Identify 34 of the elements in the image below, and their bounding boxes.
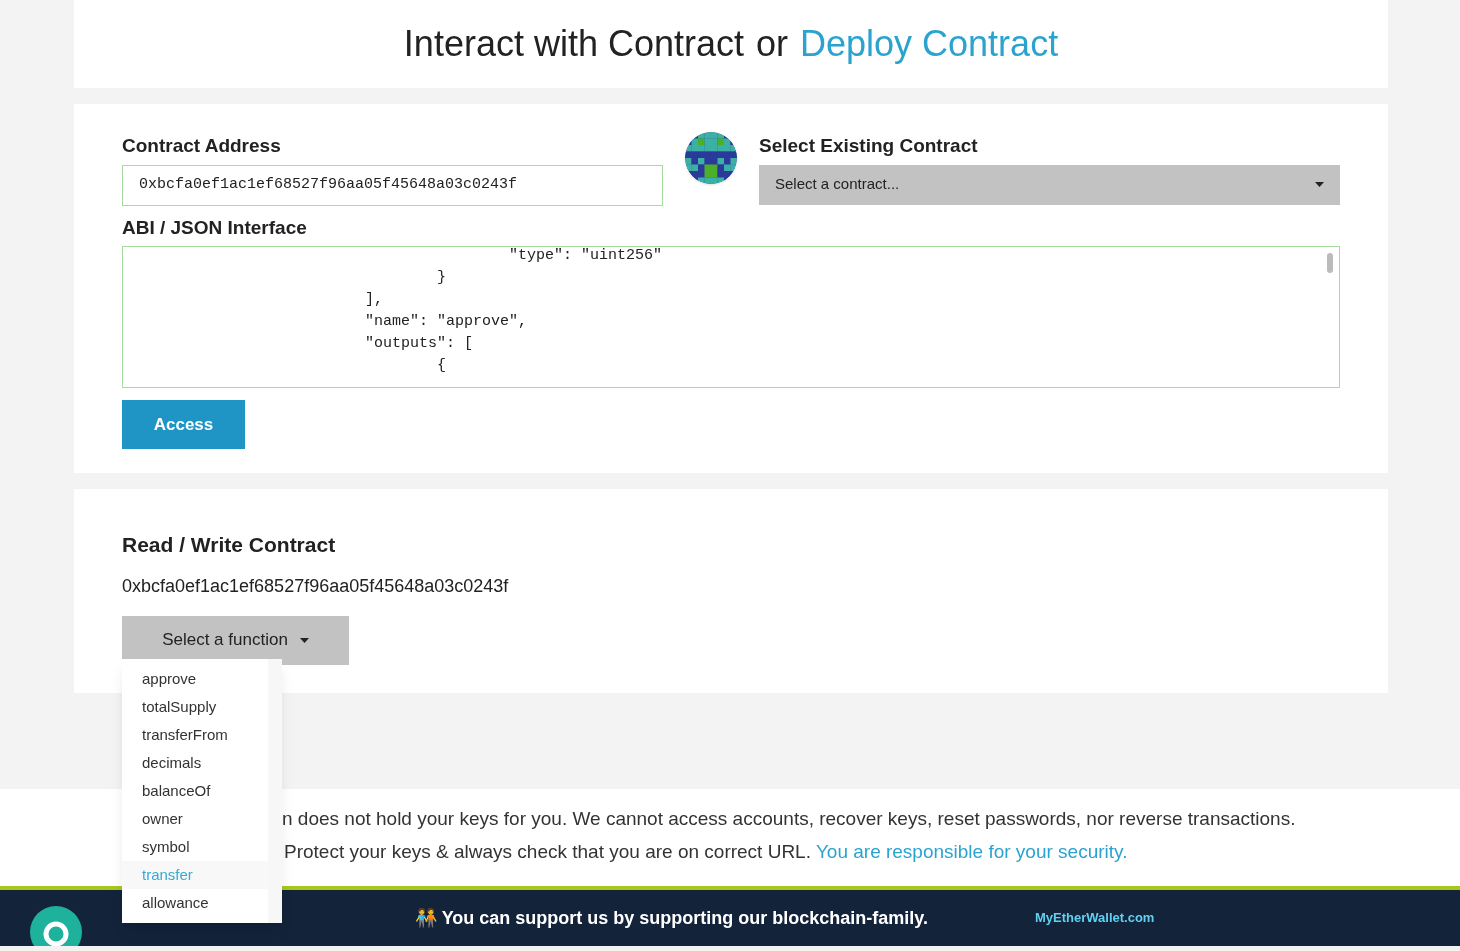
scrollbar-thumb [1327, 253, 1333, 273]
menu-item[interactable]: totalSupply [122, 693, 268, 721]
code-line: ], [364, 290, 383, 310]
support-text: 🧑‍🤝‍🧑 You can support us by supporting our blockchain-family. [415, 906, 930, 930]
caret-icon [1315, 182, 1324, 187]
contract-select[interactable]: Select a contract... [759, 164, 1340, 205]
field-label: Contract Address [122, 134, 282, 158]
notice-text: Protect your keys & always check that you are on correct URL. You are responsible for your security. [284, 839, 1129, 864]
logo-icon [30, 906, 82, 946]
abi-textarea[interactable]: "type": "uint256" } ], "name": "approve", "outputs": [ { [122, 246, 1340, 388]
menu-item[interactable]: owner [122, 805, 268, 833]
footer-link[interactable]: MyEtherWallet.com [1035, 908, 1155, 928]
address-field[interactable]: 0xbcfa0ef1ac1ef68527f96aa05f45648a03c0243f [122, 164, 663, 206]
menu-item[interactable]: transferFrom [122, 721, 268, 749]
contract-address: 0xbcfa0ef1ac1ef68527f96aa05f45648a03c0243f [122, 574, 510, 598]
menu-item[interactable]: decimals [122, 749, 268, 777]
identicon-icon [685, 132, 737, 184]
function-select[interactable]: Select a function [122, 615, 349, 665]
section-title: Read / Write Contract [122, 532, 337, 558]
code-line: { [436, 356, 447, 376]
code-line: "outputs": [ [364, 334, 474, 354]
caret-icon [299, 637, 309, 643]
notice-text: n does not hold your keys for you. We cannot access accounts, recover keys, reset passwords, nor reverse transactions. [282, 807, 1296, 831]
menu-item[interactable]: symbol [122, 833, 268, 861]
code-line: "name": "approve", [364, 312, 528, 332]
field-label: ABI / JSON Interface [122, 215, 308, 240]
menu-item[interactable]: approve [122, 665, 268, 693]
menu-item[interactable]: allowance [122, 889, 268, 917]
page-title: Interact with Contract [403, 22, 744, 66]
code-line: "type": "uint256" [508, 247, 663, 266]
menu-item[interactable]: balanceOf [122, 777, 268, 805]
separator-text: or [756, 22, 788, 66]
code-line: } [436, 268, 447, 288]
field-label: Select Existing Contract [759, 134, 979, 158]
